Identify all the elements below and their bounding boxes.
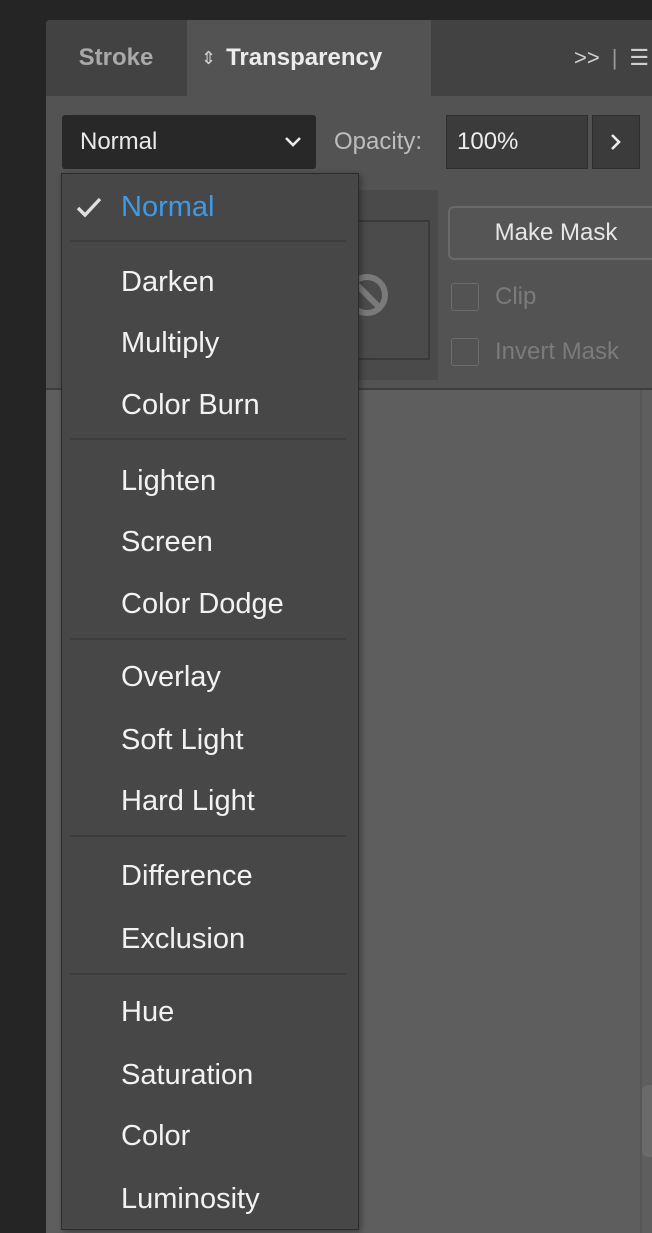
menu-item-exclusion[interactable]: Exclusion [62,911,358,967]
menu-item-label: Hard Light [121,784,255,817]
menu-item-label: Normal [121,190,215,223]
menu-item-label: Soft Light [121,723,244,756]
chevron-right-icon [611,134,621,150]
menu-separator [70,638,346,640]
clip-checkbox[interactable]: Clip [451,281,536,313]
checkmark-icon [76,197,102,218]
blend-mode-select[interactable]: Normal [62,115,316,169]
menu-item-label: Exclusion [121,922,246,955]
blend-mode-value: Normal [80,128,158,155]
checkbox-box[interactable] [451,283,479,311]
menu-item-label: Darken [121,265,215,298]
menu-item-difference[interactable]: Difference [62,848,358,904]
panel-actions: >> | ☰ [574,20,649,96]
menu-item-label: Lighten [121,464,217,497]
menu-item-label: Difference [121,859,253,892]
collapse-panel-icon[interactable]: >> [574,45,600,71]
opacity-label: Opacity: [334,128,423,155]
scroll-handle[interactable] [642,1085,652,1157]
menu-item-label: Color Burn [121,388,260,421]
menu-item-label: Screen [121,525,213,558]
tab-stroke-label: Stroke [78,44,154,71]
opacity-input[interactable]: 100% [446,115,588,169]
menu-separator [70,835,346,837]
tab-transparency-label: Transparency [226,44,383,71]
menu-item-multiply[interactable]: Multiply [62,315,358,371]
tab-transparency[interactable]: ⇕ Transparency [187,20,431,96]
menu-item-normal[interactable]: Normal [62,179,358,235]
menu-item-saturation[interactable]: Saturation [62,1047,358,1103]
menu-item-hue[interactable]: Hue [62,984,358,1040]
menu-item-label: Multiply [121,326,220,359]
clip-label: Clip [495,283,537,310]
menu-item-label: Luminosity [121,1182,260,1215]
menu-item-luminosity[interactable]: Luminosity [62,1171,358,1227]
opacity-value: 100% [457,128,519,155]
make-mask-button[interactable]: Make Mask [448,206,652,260]
menu-item-screen[interactable]: Screen [62,514,358,570]
menu-separator [70,240,346,242]
blend-mode-menu: Normal Darken Multiply Color Burn Lighte… [61,173,359,1230]
menu-item-color-burn[interactable]: Color Burn [62,377,358,433]
menu-item-color-dodge[interactable]: Color Dodge [62,576,358,632]
invert-mask-label: Invert Mask [495,338,620,365]
menu-item-label: Color Dodge [121,587,284,620]
menu-item-label: Overlay [121,660,221,693]
menu-item-darken[interactable]: Darken [62,254,358,310]
menu-item-label: Color [121,1119,191,1152]
menu-item-soft-light[interactable]: Soft Light [62,712,358,768]
menu-item-label: Hue [121,995,175,1028]
expand-collapse-icon[interactable]: ⇕ [201,48,216,69]
chevron-down-icon [285,137,301,147]
menu-item-lighten[interactable]: Lighten [62,453,358,509]
menu-item-color[interactable]: Color [62,1108,358,1164]
opacity-slider-button[interactable] [592,115,640,169]
panel-menu-icon[interactable]: ☰ [629,45,649,71]
menu-item-label: Saturation [121,1058,254,1091]
tab-stroke[interactable]: Stroke [46,20,186,96]
menu-item-hard-light[interactable]: Hard Light [62,773,358,829]
divider: | [611,45,618,70]
menu-separator [70,438,346,440]
checkbox-box[interactable] [451,338,479,366]
menu-separator [70,973,346,975]
invert-mask-checkbox[interactable]: Invert Mask [451,336,619,368]
menu-item-overlay[interactable]: Overlay [62,649,358,705]
